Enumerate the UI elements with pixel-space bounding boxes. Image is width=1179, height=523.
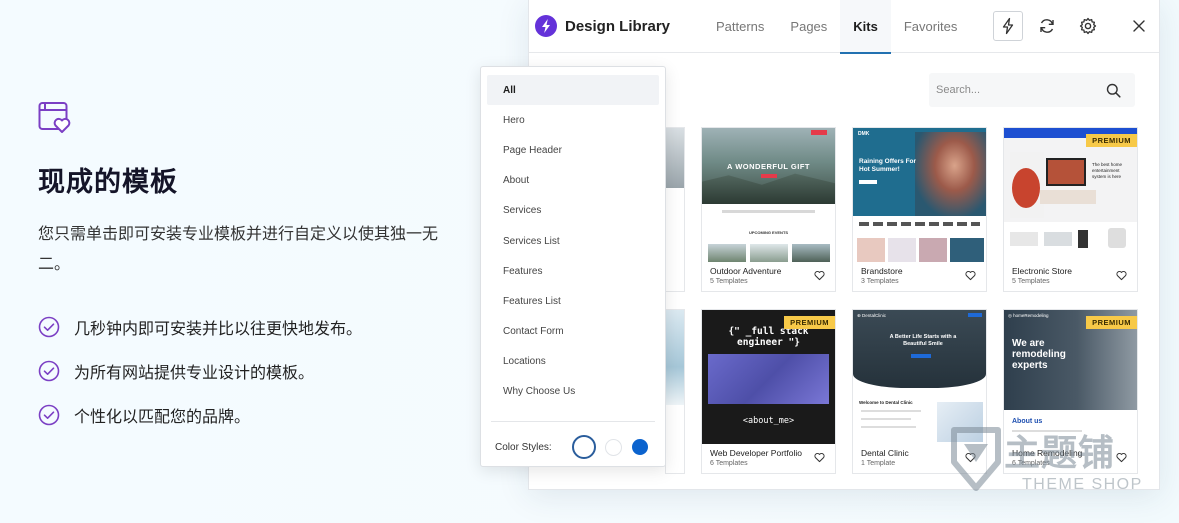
category-item-page-header[interactable]: Page Header	[487, 135, 659, 165]
premium-badge: PREMIUM	[1086, 134, 1137, 147]
kit-card-hidden[interactable]	[665, 309, 685, 474]
kit-hero-text: We are remodeling experts	[1012, 338, 1066, 371]
category-item-locations[interactable]: Locations	[487, 347, 659, 377]
search-input[interactable]	[929, 73, 1106, 107]
tab-patterns[interactable]: Patterns	[703, 0, 777, 53]
feature-bullet-text: 为所有网站提供专业设计的模板。	[74, 363, 315, 382]
check-circle-icon	[38, 404, 60, 426]
library-title: Design Library	[565, 17, 671, 35]
settings-button[interactable]	[1073, 11, 1103, 41]
kit-thumbnail: DMK Raining Offers For Hot Summer!	[853, 128, 986, 262]
color-swatch-white[interactable]	[604, 438, 622, 456]
feature-bullet: 几秒钟内即可安装并比以往更快地发布。	[38, 305, 458, 349]
kit-hero-text: A Better Life Starts with a Beautiful Sm…	[889, 334, 957, 347]
kit-thumbnail: A WONDERFUL GIFT UPCOMING EVENTS	[702, 128, 835, 262]
kit-meta: Web Developer Portfolio 6 Templates	[702, 444, 835, 475]
lightning-icon	[1002, 17, 1014, 35]
lightning-bolt-logo-icon	[535, 15, 557, 37]
kit-hero-text: A WONDERFUL GIFT	[727, 162, 810, 171]
watermark-cn: 主题铺	[1004, 433, 1116, 474]
feature-title: 现成的模板	[38, 167, 178, 198]
feature-section: 现成的模板 您只需单击即可安装专业模板并进行自定义以使其独一无二。 几秒钟内即可…	[38, 100, 458, 437]
template-heart-icon	[38, 102, 71, 133]
kit-sub-text: <about_me>	[742, 416, 795, 426]
kit-card-outdoor-adventure[interactable]: A WONDERFUL GIFT UPCOMING EVENTS Outdoor…	[701, 127, 836, 292]
feature-bullet: 为所有网站提供专业设计的模板。	[38, 349, 458, 393]
search-icon[interactable]	[1106, 83, 1121, 98]
color-swatch-blue[interactable]	[631, 439, 648, 455]
kit-meta: Brandstore 3 Templates	[853, 262, 986, 293]
refresh-icon	[1040, 19, 1054, 33]
category-list: All Hero Page Header About Services Serv…	[481, 67, 665, 407]
feature-description: 您只需单击即可安装专业模板并进行自定义以使其独一无二。	[38, 224, 439, 273]
close-button[interactable]	[1124, 11, 1154, 41]
category-item-hero[interactable]: Hero	[487, 105, 659, 135]
category-item-services-list[interactable]: Services List	[487, 226, 659, 256]
feature-bullet-text: 个性化以匹配您的品牌。	[74, 407, 251, 426]
tab-pages[interactable]: Pages	[777, 0, 840, 53]
watermark-en: THEME SHOP	[1022, 476, 1143, 493]
refresh-button[interactable]	[1032, 11, 1062, 41]
feature-bullet-text: 几秒钟内即可安装并比以往更快地发布。	[74, 319, 363, 338]
tab-kits[interactable]: Kits	[840, 0, 891, 54]
category-item-features-list[interactable]: Features List	[487, 286, 659, 316]
kit-card-hidden[interactable]	[665, 127, 685, 292]
search-box	[929, 73, 1135, 107]
kit-card-web-developer-portfolio[interactable]: {" _full stack engineer "} <about_me> PR…	[701, 309, 836, 474]
color-styles-row: Color Styles:	[495, 435, 648, 459]
category-item-contact-form[interactable]: Contact Form	[487, 317, 659, 347]
category-dropdown: All Hero Page Header About Services Serv…	[480, 66, 666, 467]
check-circle-icon	[38, 360, 60, 382]
feature-bullet-list: 几秒钟内即可安装并比以往更快地发布。 为所有网站提供专业设计的模板。 个性化以匹…	[38, 305, 458, 437]
premium-badge: PREMIUM	[784, 316, 835, 329]
kit-meta: Electronic Store 5 Templates	[1004, 262, 1137, 293]
gear-icon	[1079, 17, 1097, 35]
watermark-logo-icon	[951, 427, 1001, 491]
category-item-services[interactable]: Services	[487, 196, 659, 226]
kit-hero-text: Raining Offers For Hot Summer!	[859, 158, 917, 173]
dropdown-divider	[491, 421, 655, 422]
theme-shop-watermark: 主题铺 THEME SHOP	[946, 422, 1166, 502]
color-styles-label: Color Styles:	[495, 441, 552, 453]
close-icon	[1133, 20, 1145, 32]
kit-card-brandstore[interactable]: DMK Raining Offers For Hot Summer! Brand…	[852, 127, 987, 292]
heart-icon[interactable]	[814, 270, 825, 281]
tab-favorites[interactable]: Favorites	[891, 0, 970, 53]
lightning-button[interactable]	[993, 11, 1023, 41]
heart-icon[interactable]	[965, 270, 976, 281]
premium-badge: PREMIUM	[1086, 316, 1137, 329]
kit-thumbnail: {" _full stack engineer "} <about_me> PR…	[702, 310, 835, 444]
heart-icon[interactable]	[814, 452, 825, 463]
kit-thumbnail: The best home entertainment system is he…	[1004, 128, 1137, 262]
heart-icon[interactable]	[1116, 270, 1127, 281]
kit-sub-text: Welcome to Dental Clinic	[859, 400, 913, 405]
library-header: Design Library Patterns Pages Kits Favor…	[529, 0, 1159, 54]
kit-hero-text: The best home entertainment system is he…	[1092, 162, 1123, 179]
category-item-all[interactable]: All	[487, 75, 659, 106]
kit-hero-text: {" _full stack engineer "}	[728, 326, 809, 348]
category-item-features[interactable]: Features	[487, 256, 659, 286]
kit-sub-text: UPCOMING EVENTS	[748, 230, 789, 235]
kit-meta: Outdoor Adventure 5 Templates	[702, 262, 835, 293]
library-tabs: Patterns Pages Kits Favorites	[703, 0, 970, 54]
category-item-why-choose-us[interactable]: Why Choose Us	[487, 377, 659, 407]
category-item-about[interactable]: About	[487, 166, 659, 196]
check-circle-icon	[38, 316, 60, 338]
kit-card-electronic-store[interactable]: The best home entertainment system is he…	[1003, 127, 1138, 292]
color-swatch-light-selected[interactable]	[571, 435, 596, 459]
feature-bullet: 个性化以匹配您的品牌。	[38, 393, 458, 437]
